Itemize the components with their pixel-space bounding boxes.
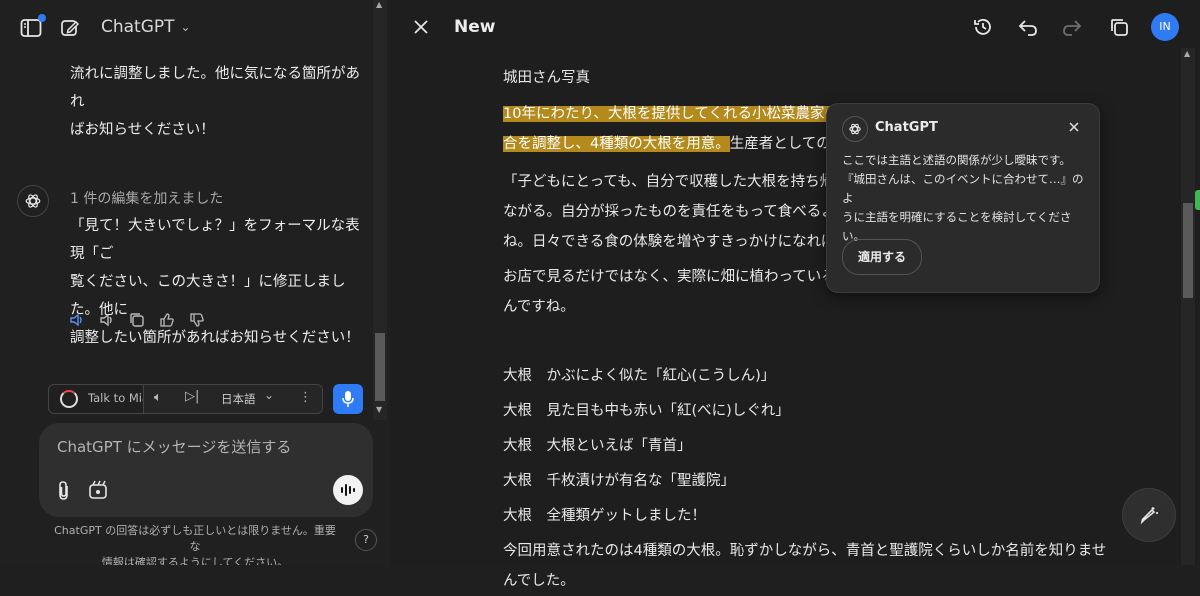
- talk-to-label[interactable]: Talk to Mia: [88, 391, 144, 405]
- doc-line: 大根 かぶによく似た「紅心(こうしん)」: [503, 368, 776, 384]
- message-actions: [68, 311, 206, 329]
- disclaimer: ChatGPT の回答は必ずしも正しいとは限りません。重要な 情報は確認するよう…: [50, 523, 340, 565]
- voice-mode-button[interactable]: [333, 475, 363, 505]
- assistant-avatar-icon: [17, 185, 49, 217]
- chevron-down-icon[interactable]: ⌄: [264, 388, 274, 402]
- composer: ChatGPT にメッセージを送信する: [39, 423, 373, 517]
- skip-icon[interactable]: ▷|: [185, 389, 199, 404]
- chatgpt-logo-icon: [842, 116, 868, 142]
- apply-button[interactable]: 適用する: [842, 239, 922, 275]
- undo-icon[interactable]: [1016, 15, 1040, 39]
- popup-line: うに主語を明確にすることを検討してくださ: [842, 210, 1072, 224]
- side-indicator: [1195, 190, 1200, 210]
- scroll-up-icon[interactable]: ▲: [1184, 49, 1190, 58]
- mic-button[interactable]: [333, 384, 363, 414]
- popup-line: ここでは主語と述語の関係が少し曖昧です。: [842, 153, 1071, 167]
- more-options-icon[interactable]: ⋮: [299, 390, 312, 405]
- close-icon[interactable]: [410, 16, 432, 38]
- thumbs-up-icon[interactable]: [158, 311, 176, 329]
- doc-line: 大根 見た目も中も赤い「紅(べに)しぐれ」: [503, 403, 790, 419]
- chat-panel: ChatGPT ⌄ 流れに調整しました。他に気になる箇所があれ ばお知らせくださ…: [0, 0, 390, 565]
- thumbs-down-icon[interactable]: [188, 311, 206, 329]
- voice-controls: 🔈︎ ▷| 日本語 ⌄ ⋮: [143, 385, 322, 413]
- attach-icon[interactable]: [55, 480, 73, 506]
- suggestion-popup: ChatGPT ここでは主語と述語の関係が少し曖昧です。 『城田さんは、このイベ…: [826, 103, 1100, 293]
- message-line: 「見て！大きいでしょ？」をフォーマルな表現「ご: [70, 218, 360, 262]
- sidebar-toggle-icon[interactable]: [18, 14, 46, 40]
- speaker-icon[interactable]: 🔈︎: [154, 390, 162, 405]
- edit-status: 1 件の編集を加えました: [70, 191, 224, 207]
- previous-message: 流れに調整しました。他に気になる箇所があれ ばお知らせください！: [70, 60, 370, 144]
- assistant-message: 「見て！大きいでしょ？」をフォーマルな表現「ご 覧ください、この大きさ！」に修正…: [70, 212, 370, 352]
- message-line: 流れに調整しました。他に気になる箇所があれ: [70, 66, 360, 110]
- new-chat-icon[interactable]: [58, 16, 82, 40]
- close-icon[interactable]: [1065, 118, 1083, 136]
- copy-icon[interactable]: [1107, 15, 1131, 39]
- doc-line: 城田さん写真: [503, 70, 590, 86]
- popup-body: ここでは主語と述語の関係が少し曖昧です。 『城田さんは、このイベントに合わせて……: [842, 151, 1092, 246]
- voice-toolbar: Talk to Mia 🔈︎ ▷| 日本語 ⌄ ⋮: [48, 384, 323, 414]
- doc-line: 大根 千枚漬けが有名な「聖護院」: [503, 473, 735, 489]
- talk-indicator-icon: [60, 390, 78, 408]
- history-icon[interactable]: [971, 15, 995, 39]
- message-line: ばお知らせください！: [70, 122, 215, 138]
- copy-icon[interactable]: [128, 311, 146, 329]
- doc-line: 今回用意されたのは4種類の大根。恥ずかしながら、青首と聖護院くらいしか名前を知り…: [503, 543, 1107, 559]
- disclaimer-line: 情報は確認するようにしてください。: [101, 556, 289, 565]
- canvas-title: New: [454, 17, 496, 37]
- scroll-thumb[interactable]: [375, 333, 385, 401]
- chevron-down-icon: ⌄: [180, 20, 191, 34]
- edit-suggest-button[interactable]: [1122, 488, 1176, 542]
- doc-line: んでした。: [503, 573, 575, 589]
- help-button[interactable]: ?: [355, 529, 377, 551]
- highlighted-text[interactable]: 合を調整し、4種類の大根を用意。: [503, 136, 730, 152]
- scroll-thumb[interactable]: [1183, 203, 1193, 298]
- model-name: ChatGPT: [101, 17, 175, 37]
- disclaimer-line: ChatGPT の回答は必ずしも正しいとは限りません。重要な: [54, 524, 336, 553]
- model-selector[interactable]: ChatGPT ⌄: [101, 17, 191, 37]
- scroll-up-icon[interactable]: ▲: [376, 0, 382, 9]
- message-input[interactable]: ChatGPT にメッセージを送信する: [57, 436, 291, 457]
- doc-line: 大根 大根といえば「青首」: [503, 438, 692, 454]
- doc-line: んですね。: [503, 299, 575, 315]
- popup-line: 『城田さんは、このイベントに合わせて…』のよ: [842, 172, 1084, 205]
- scroll-down-icon[interactable]: ▼: [376, 405, 382, 414]
- canvas-scrollbar[interactable]: ▲: [1181, 48, 1195, 565]
- avatar[interactable]: IN: [1151, 13, 1179, 41]
- read-aloud-icon[interactable]: [68, 311, 86, 329]
- doc-line: 大根 全種類ゲットしました！: [503, 508, 706, 524]
- chat-scrollbar[interactable]: ▲ ▼: [373, 0, 387, 420]
- highlighted-text[interactable]: 10年にわたり、大根を提供してくれる小松菜農家の城: [503, 106, 854, 122]
- tools-icon[interactable]: [88, 480, 108, 504]
- redo-icon[interactable]: [1060, 15, 1084, 39]
- language-select[interactable]: 日本語: [221, 391, 256, 407]
- popup-title: ChatGPT: [875, 120, 938, 135]
- voice-icon[interactable]: [98, 311, 116, 329]
